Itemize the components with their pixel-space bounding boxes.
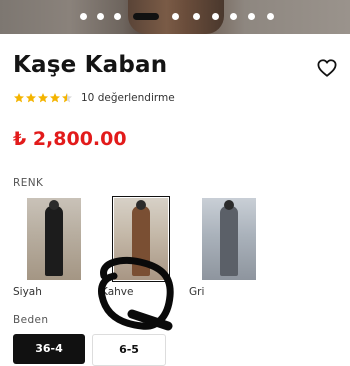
color-swatch-siyah[interactable] — [27, 198, 81, 280]
carousel-dot[interactable] — [172, 13, 179, 20]
color-swatch-gri[interactable] — [202, 198, 256, 280]
coat-figure-head — [136, 200, 146, 210]
carousel-dot[interactable] — [248, 13, 255, 20]
carousel-dot[interactable] — [80, 13, 87, 20]
coat-figure — [220, 206, 238, 276]
product-title: Kaşe Kaban — [13, 52, 168, 78]
star-icon — [38, 93, 48, 103]
coat-figure — [45, 206, 63, 276]
carousel-dot[interactable] — [97, 13, 104, 20]
carousel-dot[interactable] — [267, 13, 274, 20]
color-name-siyah[interactable]: Siyah — [13, 286, 42, 298]
product-price: ₺ 2,800.00 — [13, 128, 127, 150]
product-image-carousel[interactable] — [0, 0, 350, 34]
carousel-dot[interactable] — [230, 13, 237, 20]
star-half-icon — [62, 93, 72, 103]
star-icon — [14, 93, 24, 103]
star-icon — [26, 93, 36, 103]
size-option-button[interactable]: 36-4 — [13, 334, 85, 364]
carousel-dot-active[interactable] — [133, 13, 159, 20]
size-option-button[interactable]: 6-5 — [92, 334, 166, 366]
carousel-indicator — [0, 13, 350, 21]
carousel-dot[interactable] — [193, 13, 200, 20]
coat-figure-head — [49, 200, 59, 210]
coat-figure-head — [224, 200, 234, 210]
scribble-annotation — [98, 257, 174, 331]
carousel-dot[interactable] — [212, 13, 219, 20]
rating-count[interactable]: 10 değerlendirme — [81, 92, 175, 104]
size-section-label: Beden — [13, 314, 49, 326]
product-rating[interactable]: 10 değerlendirme — [13, 90, 175, 106]
color-name-gri[interactable]: Gri — [189, 286, 204, 298]
carousel-dot[interactable] — [114, 13, 121, 20]
color-section-label: RENK — [13, 177, 44, 189]
star-icon — [50, 93, 60, 103]
heart-outline-icon[interactable] — [317, 59, 337, 77]
